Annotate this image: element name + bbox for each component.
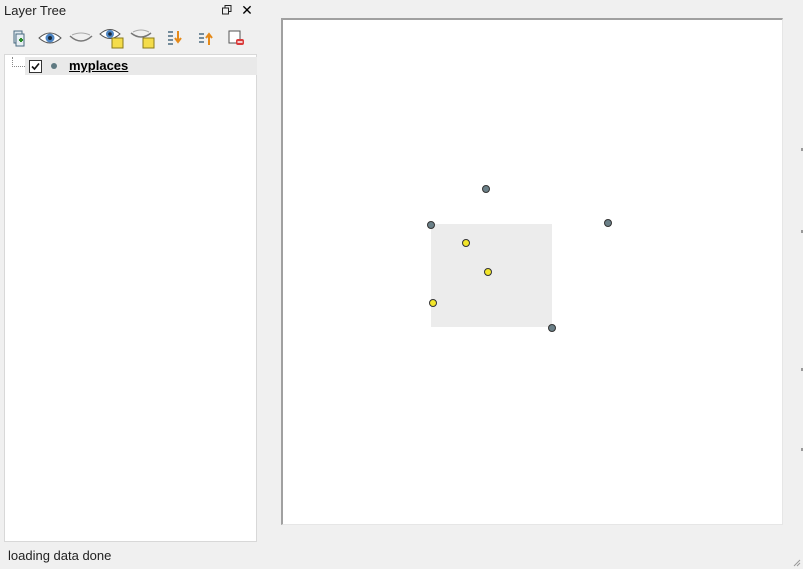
layer-tree-panel: myplaces	[4, 54, 257, 542]
map-canvas[interactable]	[281, 18, 783, 525]
show-layers-icon[interactable]	[37, 26, 63, 50]
map-point-selected[interactable]	[429, 299, 437, 307]
show-selected-icon[interactable]	[99, 26, 125, 50]
expand-all-icon[interactable]	[161, 26, 187, 50]
map-point[interactable]	[427, 221, 435, 229]
map-point[interactable]	[482, 185, 490, 193]
hide-layers-icon[interactable]	[68, 26, 94, 50]
collapse-all-icon[interactable]	[192, 26, 218, 50]
remove-layer-icon[interactable]	[223, 26, 249, 50]
map-point-selected[interactable]	[484, 268, 492, 276]
add-group-icon[interactable]	[6, 26, 32, 50]
map-point-selected[interactable]	[462, 239, 470, 247]
map-point[interactable]	[548, 324, 556, 332]
close-dock-icon[interactable]: ✕	[239, 2, 255, 18]
layer-tree-toolbar	[0, 24, 258, 52]
float-dock-icon[interactable]	[219, 2, 235, 18]
resize-grip-icon[interactable]	[791, 557, 801, 567]
dock-title-text: Layer Tree	[4, 3, 67, 18]
layer-item-myplaces[interactable]: myplaces	[25, 57, 257, 75]
layer-tree-dock-title: Layer Tree ✕	[0, 0, 258, 22]
point-symbol-icon	[51, 63, 57, 69]
status-bar: loading data done	[0, 545, 803, 569]
hide-selected-icon[interactable]	[130, 26, 156, 50]
tree-branch-line	[12, 57, 25, 67]
selection-extent	[431, 224, 552, 327]
map-point[interactable]	[604, 219, 612, 227]
status-text: loading data done	[8, 548, 112, 563]
layer-name[interactable]: myplaces	[69, 58, 128, 73]
layer-visibility-checkbox[interactable]	[29, 60, 42, 73]
